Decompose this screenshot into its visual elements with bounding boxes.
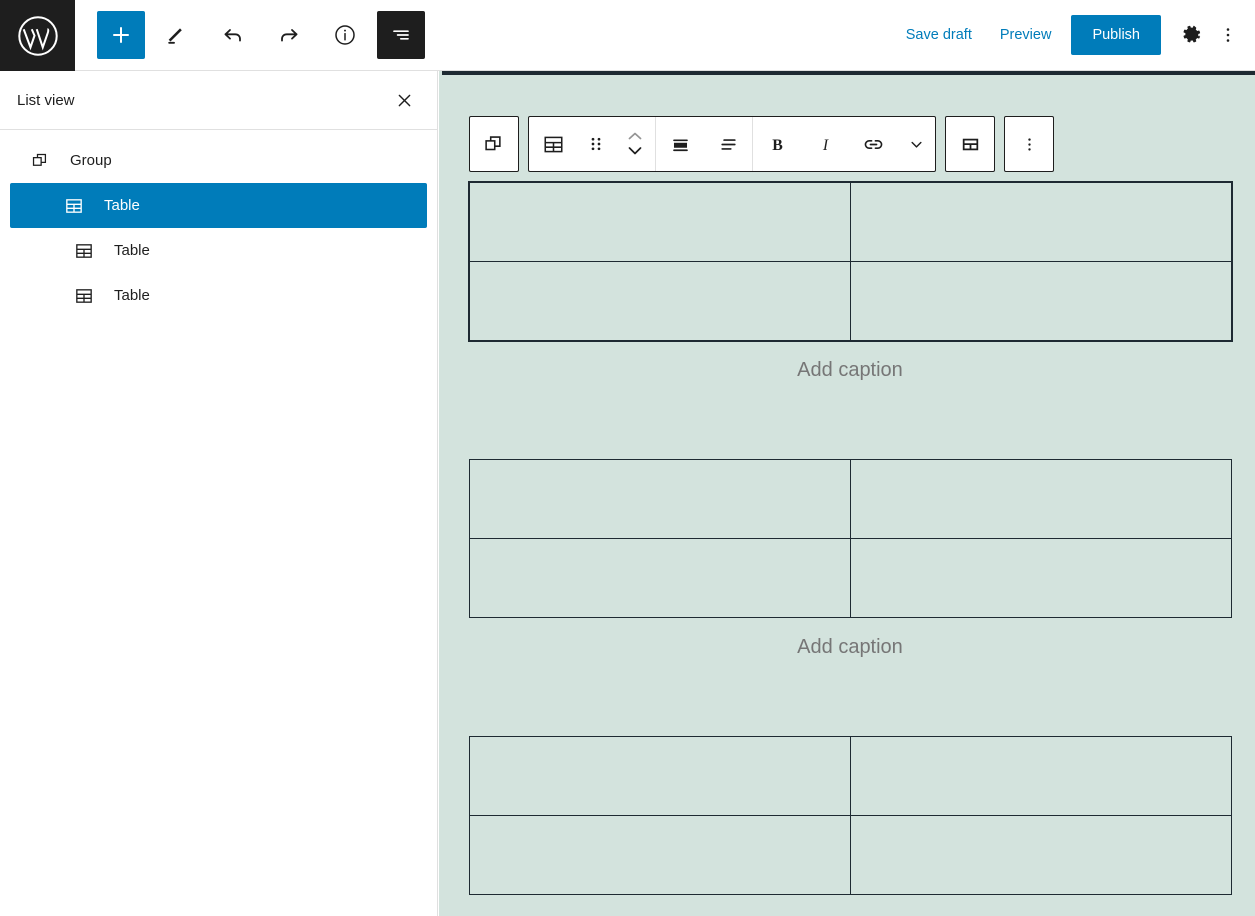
table-caption-placeholder[interactable]: Add caption	[469, 341, 1231, 382]
list-view-header: List view	[0, 71, 437, 130]
bold-button[interactable]: B	[753, 117, 801, 171]
header-left-toolbar	[75, 0, 425, 70]
sidebar-item-table-1[interactable]: Table	[10, 183, 427, 228]
more-rich-text-chevron-down-icon[interactable]	[897, 117, 935, 171]
change-text-alignment-button[interactable]	[704, 117, 752, 171]
sidebar-item-group[interactable]: Group	[0, 138, 437, 183]
table-icon	[72, 239, 96, 263]
table-cell[interactable]	[470, 460, 851, 539]
block-type-table-button[interactable]	[529, 117, 577, 171]
table-row[interactable]	[470, 262, 1232, 341]
tools-button[interactable]	[153, 11, 201, 59]
redo-button[interactable]	[265, 11, 313, 59]
table-block-1[interactable]: Add caption	[469, 182, 1231, 382]
table-cell[interactable]	[851, 183, 1232, 262]
add-block-button[interactable]	[97, 11, 145, 59]
svg-text:B: B	[772, 136, 783, 153]
block-options-group	[1004, 116, 1054, 172]
sidebar-item-label: Table	[96, 242, 150, 259]
sidebar-item-label: Table	[96, 287, 150, 304]
move-up-down-buttons[interactable]	[615, 117, 655, 171]
italic-button[interactable]: I	[801, 117, 849, 171]
parent-block-selector-group	[469, 116, 519, 172]
list-view-tree: Group Table Table	[0, 130, 437, 318]
table-cell[interactable]	[470, 816, 851, 895]
close-icon[interactable]	[387, 83, 421, 117]
table-cell[interactable]	[470, 737, 851, 816]
svg-text:I: I	[821, 136, 828, 153]
table-icon	[62, 194, 86, 218]
more-options-three-dots-icon[interactable]	[1213, 14, 1243, 56]
list-view-button[interactable]	[377, 11, 425, 59]
table-cell[interactable]	[851, 539, 1232, 618]
table-icon	[72, 284, 96, 308]
edit-table-button[interactable]	[946, 117, 994, 171]
table-row[interactable]	[470, 737, 1232, 816]
select-parent-group-button[interactable]	[470, 117, 518, 171]
table-grid[interactable]	[469, 459, 1232, 618]
table-grid[interactable]	[469, 736, 1232, 895]
table-grid[interactable]	[469, 182, 1232, 341]
table-cell[interactable]	[851, 816, 1232, 895]
group-blocks-icon	[28, 149, 52, 173]
link-icon[interactable]	[849, 117, 897, 171]
drag-dots-icon[interactable]	[577, 117, 615, 171]
table-cell[interactable]	[470, 262, 851, 341]
block-options-three-dots-icon[interactable]	[1005, 117, 1053, 171]
undo-button[interactable]	[209, 11, 257, 59]
table-block-3[interactable]	[469, 736, 1231, 895]
list-view-title: List view	[17, 92, 75, 109]
table-cell[interactable]	[470, 183, 851, 262]
table-cell[interactable]	[470, 539, 851, 618]
header-spacer	[425, 0, 892, 70]
sidebar-item-label: Group	[52, 152, 112, 169]
table-row[interactable]	[470, 539, 1232, 618]
list-view-sidebar: List view Group	[0, 71, 438, 916]
sidebar-item-table-2[interactable]: Table	[10, 228, 427, 273]
table-row[interactable]	[470, 460, 1232, 539]
edit-table-group	[945, 116, 995, 172]
table-cell[interactable]	[851, 737, 1232, 816]
preview-button[interactable]: Preview	[986, 17, 1066, 53]
table-row[interactable]	[470, 816, 1232, 895]
details-button[interactable]	[321, 11, 369, 59]
block-controls-group: B I	[528, 116, 936, 172]
table-block-2[interactable]: Add caption	[469, 459, 1231, 659]
settings-gear-icon[interactable]	[1171, 14, 1213, 56]
editor-canvas: B I	[439, 71, 1255, 916]
block-toolbar: B I	[469, 116, 1054, 172]
table-cell[interactable]	[851, 262, 1232, 341]
wordpress-block-editor: Save draft Preview Publish List view	[0, 0, 1255, 916]
change-vertical-alignment-button[interactable]	[656, 117, 704, 171]
table-caption-placeholder[interactable]: Add caption	[469, 618, 1231, 659]
wordpress-logo-icon[interactable]	[0, 0, 75, 71]
table-row[interactable]	[470, 183, 1232, 262]
sidebar-item-table-3[interactable]: Table	[10, 273, 427, 318]
group-block-selection-rule	[442, 71, 1255, 75]
editor-header: Save draft Preview Publish	[0, 0, 1255, 71]
sidebar-item-label: Table	[86, 197, 140, 214]
table-cell[interactable]	[851, 460, 1232, 539]
save-draft-button[interactable]: Save draft	[892, 17, 986, 53]
publish-button[interactable]: Publish	[1071, 15, 1161, 55]
header-right-toolbar: Save draft Preview Publish	[892, 0, 1255, 70]
